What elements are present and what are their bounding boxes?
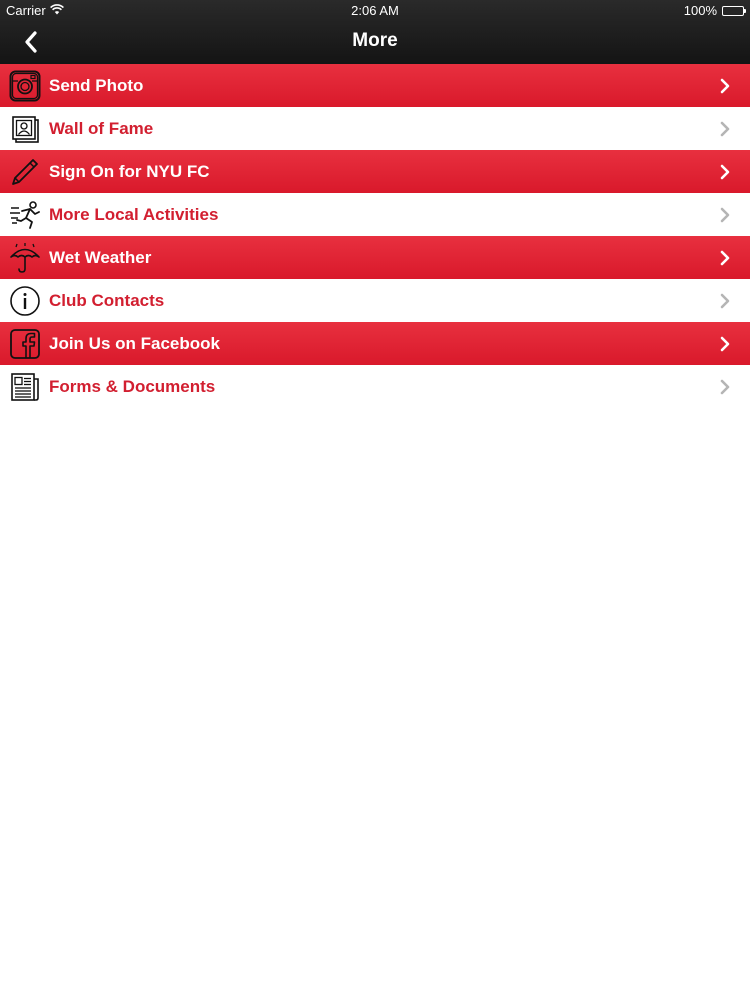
- newspaper-icon: [8, 370, 42, 404]
- status-bar: Carrier 2:06 AM 100%: [0, 0, 750, 20]
- running-person-icon: [8, 198, 42, 232]
- chevron-right-icon: [720, 293, 730, 309]
- menu-item-label: Sign On for NYU FC: [49, 161, 210, 181]
- photo-frame-icon: [8, 112, 42, 146]
- menu-item-label: Send Photo: [49, 75, 144, 95]
- chevron-right-icon: [720, 78, 730, 94]
- menu-item-forms-documents[interactable]: Forms & Documents: [0, 365, 750, 408]
- chevron-right-icon: [720, 207, 730, 223]
- menu-item-facebook[interactable]: Join Us on Facebook: [0, 322, 750, 365]
- menu-item-label: Join Us on Facebook: [49, 333, 220, 353]
- chevron-right-icon: [720, 379, 730, 395]
- menu-item-club-contacts[interactable]: Club Contacts: [0, 279, 750, 322]
- battery-percent: 100%: [683, 3, 717, 18]
- battery-icon: [722, 5, 746, 16]
- chevron-right-icon: [720, 336, 730, 352]
- menu-item-label: More Local Activities: [49, 204, 219, 224]
- menu-item-sign-on[interactable]: Sign On for NYU FC: [0, 150, 750, 193]
- pencil-icon: [8, 155, 42, 189]
- menu-item-label: Forms & Documents: [49, 376, 216, 396]
- chevron-right-icon: [720, 250, 730, 266]
- chevron-right-icon: [720, 164, 730, 180]
- menu-item-wet-weather[interactable]: Wet Weather: [0, 236, 750, 279]
- chevron-right-icon: [720, 121, 730, 137]
- menu-item-label: Wall of Fame: [49, 118, 154, 138]
- menu-item-wall-of-fame[interactable]: Wall of Fame: [0, 107, 750, 150]
- status-right: 100%: [683, 3, 746, 18]
- status-time: 2:06 AM: [351, 3, 399, 18]
- umbrella-icon: [8, 241, 42, 275]
- info-icon: [8, 284, 42, 318]
- top-bar: Carrier 2:06 AM 100% More: [0, 0, 750, 64]
- menu-item-send-photo[interactable]: Send Photo: [0, 64, 750, 107]
- menu-item-label: Club Contacts: [49, 290, 165, 310]
- navigation-bar: More: [0, 20, 750, 64]
- facebook-icon: [8, 327, 42, 361]
- menu-list: Send Photo Wall of Fame Sign On for NYU …: [0, 64, 750, 408]
- camera-icon: [8, 69, 42, 103]
- page-title: More: [352, 30, 398, 51]
- menu-item-local-activities[interactable]: More Local Activities: [0, 193, 750, 236]
- menu-item-label: Wet Weather: [49, 247, 152, 267]
